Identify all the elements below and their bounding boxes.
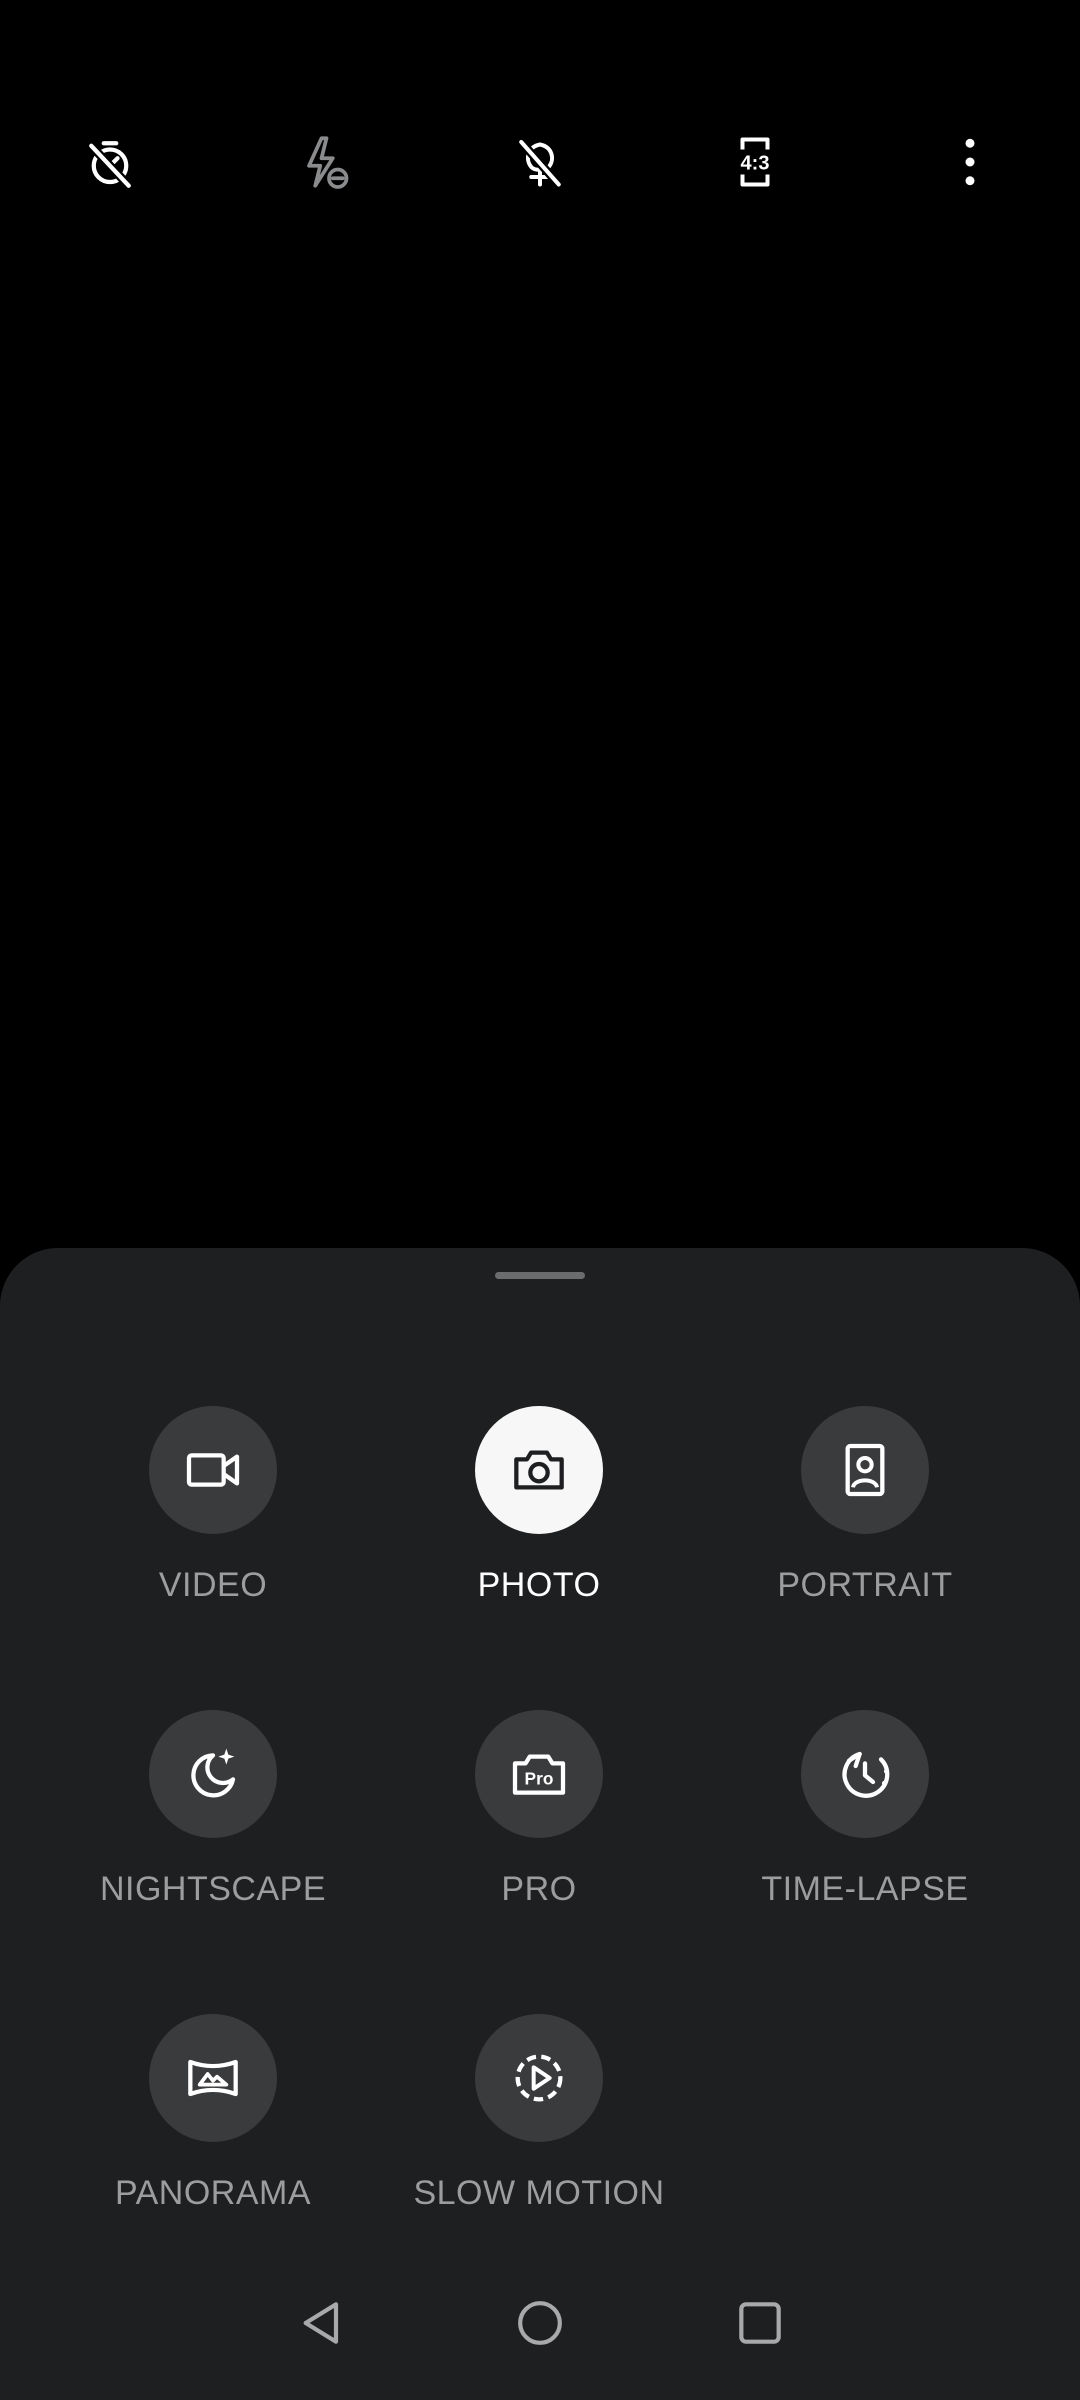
sheet-drag-handle[interactable] bbox=[495, 1272, 585, 1279]
mode-panorama-circle[interactable] bbox=[149, 2014, 277, 2142]
mode-slowmotion-label: SLOW MOTION bbox=[413, 2174, 665, 2212]
filter-toggle-button[interactable] bbox=[504, 126, 576, 198]
aspect-ratio-button[interactable]: 4:3 bbox=[719, 126, 791, 198]
mode-portrait-label: PORTRAIT bbox=[777, 1566, 953, 1604]
nav-recents-button[interactable] bbox=[725, 2288, 795, 2358]
nav-home-button[interactable] bbox=[505, 2288, 575, 2358]
timer-toggle-button[interactable] bbox=[74, 126, 146, 198]
mode-slowmotion-circle[interactable] bbox=[475, 2014, 603, 2142]
home-circle-icon bbox=[518, 2301, 562, 2345]
more-options-button[interactable] bbox=[934, 126, 1006, 198]
mode-video[interactable]: VIDEO bbox=[53, 1406, 373, 1605]
mode-panorama[interactable]: PANORAMA bbox=[53, 2014, 373, 2213]
mode-pro[interactable]: Pro PRO bbox=[379, 1710, 699, 1909]
mode-photo-circle[interactable] bbox=[475, 1406, 603, 1534]
mode-pro-circle[interactable]: Pro bbox=[475, 1710, 603, 1838]
recents-square-icon bbox=[739, 2302, 781, 2344]
mode-nightscape[interactable]: NIGHTSCAPE bbox=[53, 1710, 373, 1909]
aspect-ratio-icon: 4:3 bbox=[740, 137, 770, 187]
pro-badge-text: Pro bbox=[525, 1769, 554, 1789]
aspect-ratio-label: 4:3 bbox=[741, 153, 770, 175]
back-triangle-icon bbox=[303, 2302, 339, 2344]
video-camera-icon bbox=[186, 1453, 240, 1487]
mode-selection-sheet: VIDEO PHOTO PORTRAIT NIGHTSCAPE Pro PRO … bbox=[0, 1248, 1080, 2400]
slow-motion-icon bbox=[515, 2054, 563, 2102]
pro-camera-icon: Pro bbox=[512, 1754, 566, 1795]
photo-camera-icon bbox=[514, 1450, 564, 1490]
filter-off-icon bbox=[517, 139, 563, 188]
mode-photo-label: PHOTO bbox=[477, 1566, 601, 1604]
mode-timelapse-label: TIME-LAPSE bbox=[761, 1870, 969, 1908]
mode-slowmotion[interactable]: SLOW MOTION bbox=[379, 2014, 699, 2213]
timelapse-icon bbox=[842, 1751, 890, 1798]
mode-nightscape-label: NIGHTSCAPE bbox=[99, 1870, 327, 1908]
mode-portrait-circle[interactable] bbox=[801, 1406, 929, 1534]
moon-stars-icon bbox=[191, 1748, 236, 1798]
portrait-icon bbox=[845, 1443, 885, 1497]
camera-top-toolbar: 4:3 bbox=[0, 0, 1080, 320]
mode-nightscape-circle[interactable] bbox=[149, 1710, 277, 1838]
timer-off-icon bbox=[88, 141, 132, 189]
mode-portrait[interactable]: PORTRAIT bbox=[705, 1406, 1025, 1605]
flash-toggle-button[interactable] bbox=[288, 126, 360, 198]
mode-video-circle[interactable] bbox=[149, 1406, 277, 1534]
system-navigation-bar bbox=[0, 2250, 1080, 2400]
flash-off-icon bbox=[307, 136, 349, 189]
more-vert-icon bbox=[965, 138, 975, 186]
nav-back-button[interactable] bbox=[287, 2288, 357, 2358]
panorama-icon bbox=[188, 2059, 238, 2097]
mode-video-label: VIDEO bbox=[158, 1566, 268, 1604]
mode-photo[interactable]: PHOTO bbox=[379, 1406, 699, 1605]
mode-timelapse-circle[interactable] bbox=[801, 1710, 929, 1838]
mode-timelapse[interactable]: TIME-LAPSE bbox=[705, 1710, 1025, 1909]
mode-pro-label: PRO bbox=[501, 1870, 577, 1908]
mode-panorama-label: PANORAMA bbox=[114, 2174, 312, 2212]
